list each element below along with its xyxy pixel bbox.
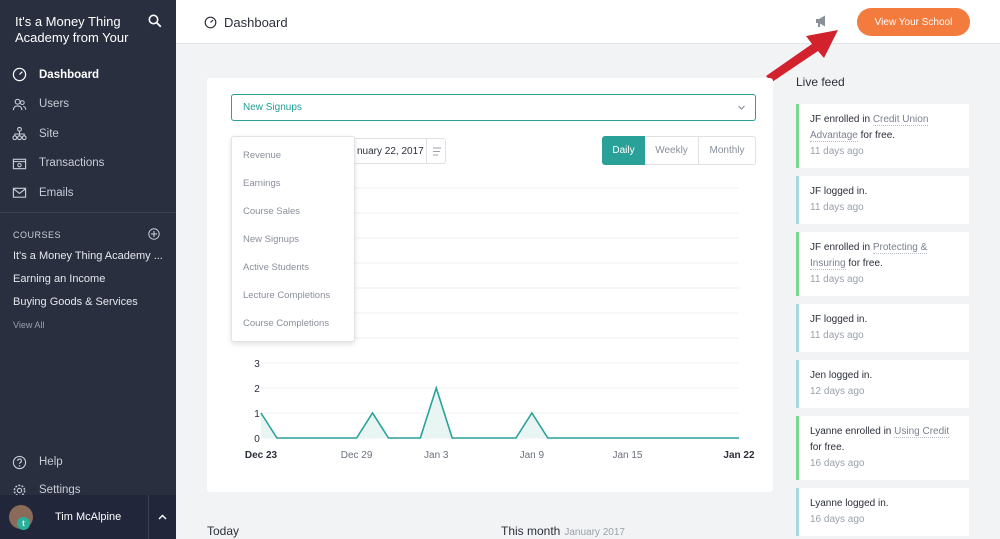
x-tick-label: Dec 29 (341, 450, 373, 461)
sidebar-item-label: Users (39, 98, 70, 111)
this-month-heading: This month January 2017 (501, 524, 625, 538)
dropdown-option[interactable]: Active Students (232, 253, 354, 281)
users-icon (12, 98, 27, 110)
feed-item-suffix: for free. (845, 258, 883, 269)
feed-item-suffix: for free. (857, 130, 896, 141)
view-your-school-button[interactable]: View Your School (857, 8, 970, 36)
speedometer-icon (204, 16, 217, 29)
feed-item: Lyanne enrolled in Using Credit for free… (796, 416, 969, 480)
feed-item-action: JF logged in. (810, 314, 868, 325)
x-tick-label: Jan 3 (424, 450, 449, 461)
feed-item-time: 11 days ago (810, 146, 864, 157)
this-month-label: This month (501, 524, 561, 538)
courses-heading: COURSES (13, 230, 62, 240)
feed-item: Jen logged in. 12 days ago (796, 360, 969, 408)
feed-item: JF logged in. 11 days ago (796, 304, 969, 352)
sidebar-item-help[interactable]: Help (0, 448, 176, 476)
avatar: t (9, 505, 33, 530)
y-tick-label: 3 (254, 359, 260, 370)
search-icon[interactable] (148, 14, 162, 28)
feed-item-time: 11 days ago (810, 202, 864, 213)
course-item[interactable]: Earning an Income (13, 273, 163, 296)
course-item[interactable]: Buying Goods & Services (13, 296, 163, 319)
sidebar-item-emails[interactable]: Emails (0, 178, 176, 208)
feed-item-text: Lyanne logged in. (810, 496, 959, 512)
course-item[interactable]: It's a Money Thing Academy ... (13, 250, 163, 273)
this-month-period: January 2017 (564, 527, 625, 538)
dropdown-option[interactable]: New Signups (232, 225, 354, 253)
view-all-courses-link[interactable]: View All (13, 320, 163, 330)
x-tick-label: Jan 9 (520, 450, 545, 461)
feed-item-action: Lyanne logged in. (810, 498, 889, 509)
sidebar-item-users[interactable]: Users (0, 90, 176, 120)
feed-item-time: 11 days ago (810, 330, 864, 341)
feed-item-text: JF logged in. (810, 312, 959, 328)
feed-item-time: 11 days ago (810, 274, 864, 285)
add-course-icon[interactable] (148, 228, 160, 240)
feed-item: JF enrolled in Credit Union Advantage fo… (796, 104, 969, 168)
feed-item: Lyanne logged in. 16 days ago (796, 488, 969, 536)
sidebar-item-label: Help (39, 456, 63, 468)
feed-item-text: Lyanne enrolled in Using Credit for free… (810, 424, 959, 456)
dropdown-option[interactable]: Course Sales (232, 197, 354, 225)
feed-item-action: Lyanne enrolled in (810, 426, 895, 437)
y-tick-label: 2 (254, 384, 260, 395)
feed-item-time: 16 days ago (810, 514, 865, 525)
envelope-icon (12, 187, 27, 198)
dropdown-option[interactable]: Lecture Completions (232, 281, 354, 309)
feed-item-time: 16 days ago (810, 458, 865, 469)
feed-item-text: JF logged in. (810, 184, 959, 200)
sidebar: It's a Money Thing Academy from Your Das… (0, 0, 176, 539)
today-heading: Today (207, 524, 240, 538)
dropdown-option[interactable]: Revenue (232, 141, 354, 169)
sidebar-item-site[interactable]: Site (0, 119, 176, 149)
school-title[interactable]: It's a Money Thing Academy from Your (15, 14, 145, 46)
feed-course-link[interactable]: Using Credit (894, 426, 950, 438)
y-tick-label: 0 (254, 434, 260, 445)
y-tick-label: 1 (254, 409, 260, 420)
sidebar-item-transactions[interactable]: Transactions (0, 149, 176, 179)
feed-item-text: Jen logged in. (810, 368, 959, 384)
feed-item-action: JF enrolled in (810, 114, 873, 125)
live-feed: JF enrolled in Credit Union Advantage fo… (796, 104, 969, 539)
course-list: It's a Money Thing Academy ... Earning a… (13, 250, 163, 330)
feed-item-time: 12 days ago (810, 386, 865, 397)
user-menu[interactable]: t Tim McAlpine (0, 495, 176, 539)
feed-item: JF enrolled in Protecting & Insuring for… (796, 232, 969, 296)
x-tick-label: Jan 15 (612, 450, 642, 461)
feed-item-suffix: for free. (810, 442, 845, 453)
metrics-card: New Signups nuary 22, 2017 Daily Weekly … (207, 78, 773, 492)
top-bar: Dashboard View Your School (176, 0, 1000, 44)
page-title: Dashboard (224, 15, 288, 30)
feed-item-text: JF enrolled in Protecting & Insuring for… (810, 240, 959, 272)
money-icon (12, 158, 27, 169)
sidebar-item-dashboard[interactable]: Dashboard (0, 60, 176, 90)
sidebar-item-label: Site (39, 127, 59, 140)
question-icon (12, 455, 27, 469)
speedometer-icon (12, 68, 27, 82)
user-name: Tim McAlpine (55, 511, 122, 523)
metric-dropdown-menu: Revenue Earnings Course Sales New Signup… (231, 136, 355, 342)
chevron-up-icon (158, 514, 167, 520)
feed-item-action: JF logged in. (810, 186, 868, 197)
feed-item-action: JF enrolled in (810, 242, 873, 253)
feed-item: JF logged in. 11 days ago (796, 176, 969, 224)
avatar-badge: t (17, 517, 30, 530)
feed-item-text: JF enrolled in Credit Union Advantage fo… (810, 112, 959, 144)
sidebar-item-label: Dashboard (39, 68, 100, 81)
user-menu-toggle[interactable] (148, 495, 176, 539)
x-tick-label: Dec 23 (245, 450, 278, 461)
sidebar-nav: Dashboard Users Site Transactions Emails (0, 60, 176, 208)
sidebar-item-label: Transactions (39, 157, 105, 170)
dropdown-option[interactable]: Course Completions (232, 309, 354, 337)
feed-item-action: Jen logged in. (810, 370, 873, 381)
sitemap-icon (12, 127, 27, 141)
x-tick-label: Jan 22 (723, 450, 755, 461)
red-arrow-annotation (766, 30, 838, 82)
sidebar-divider (0, 212, 176, 213)
live-feed-title: Live feed (796, 75, 845, 89)
dropdown-option[interactable]: Earnings (232, 169, 354, 197)
sidebar-item-label: Emails (39, 186, 74, 199)
